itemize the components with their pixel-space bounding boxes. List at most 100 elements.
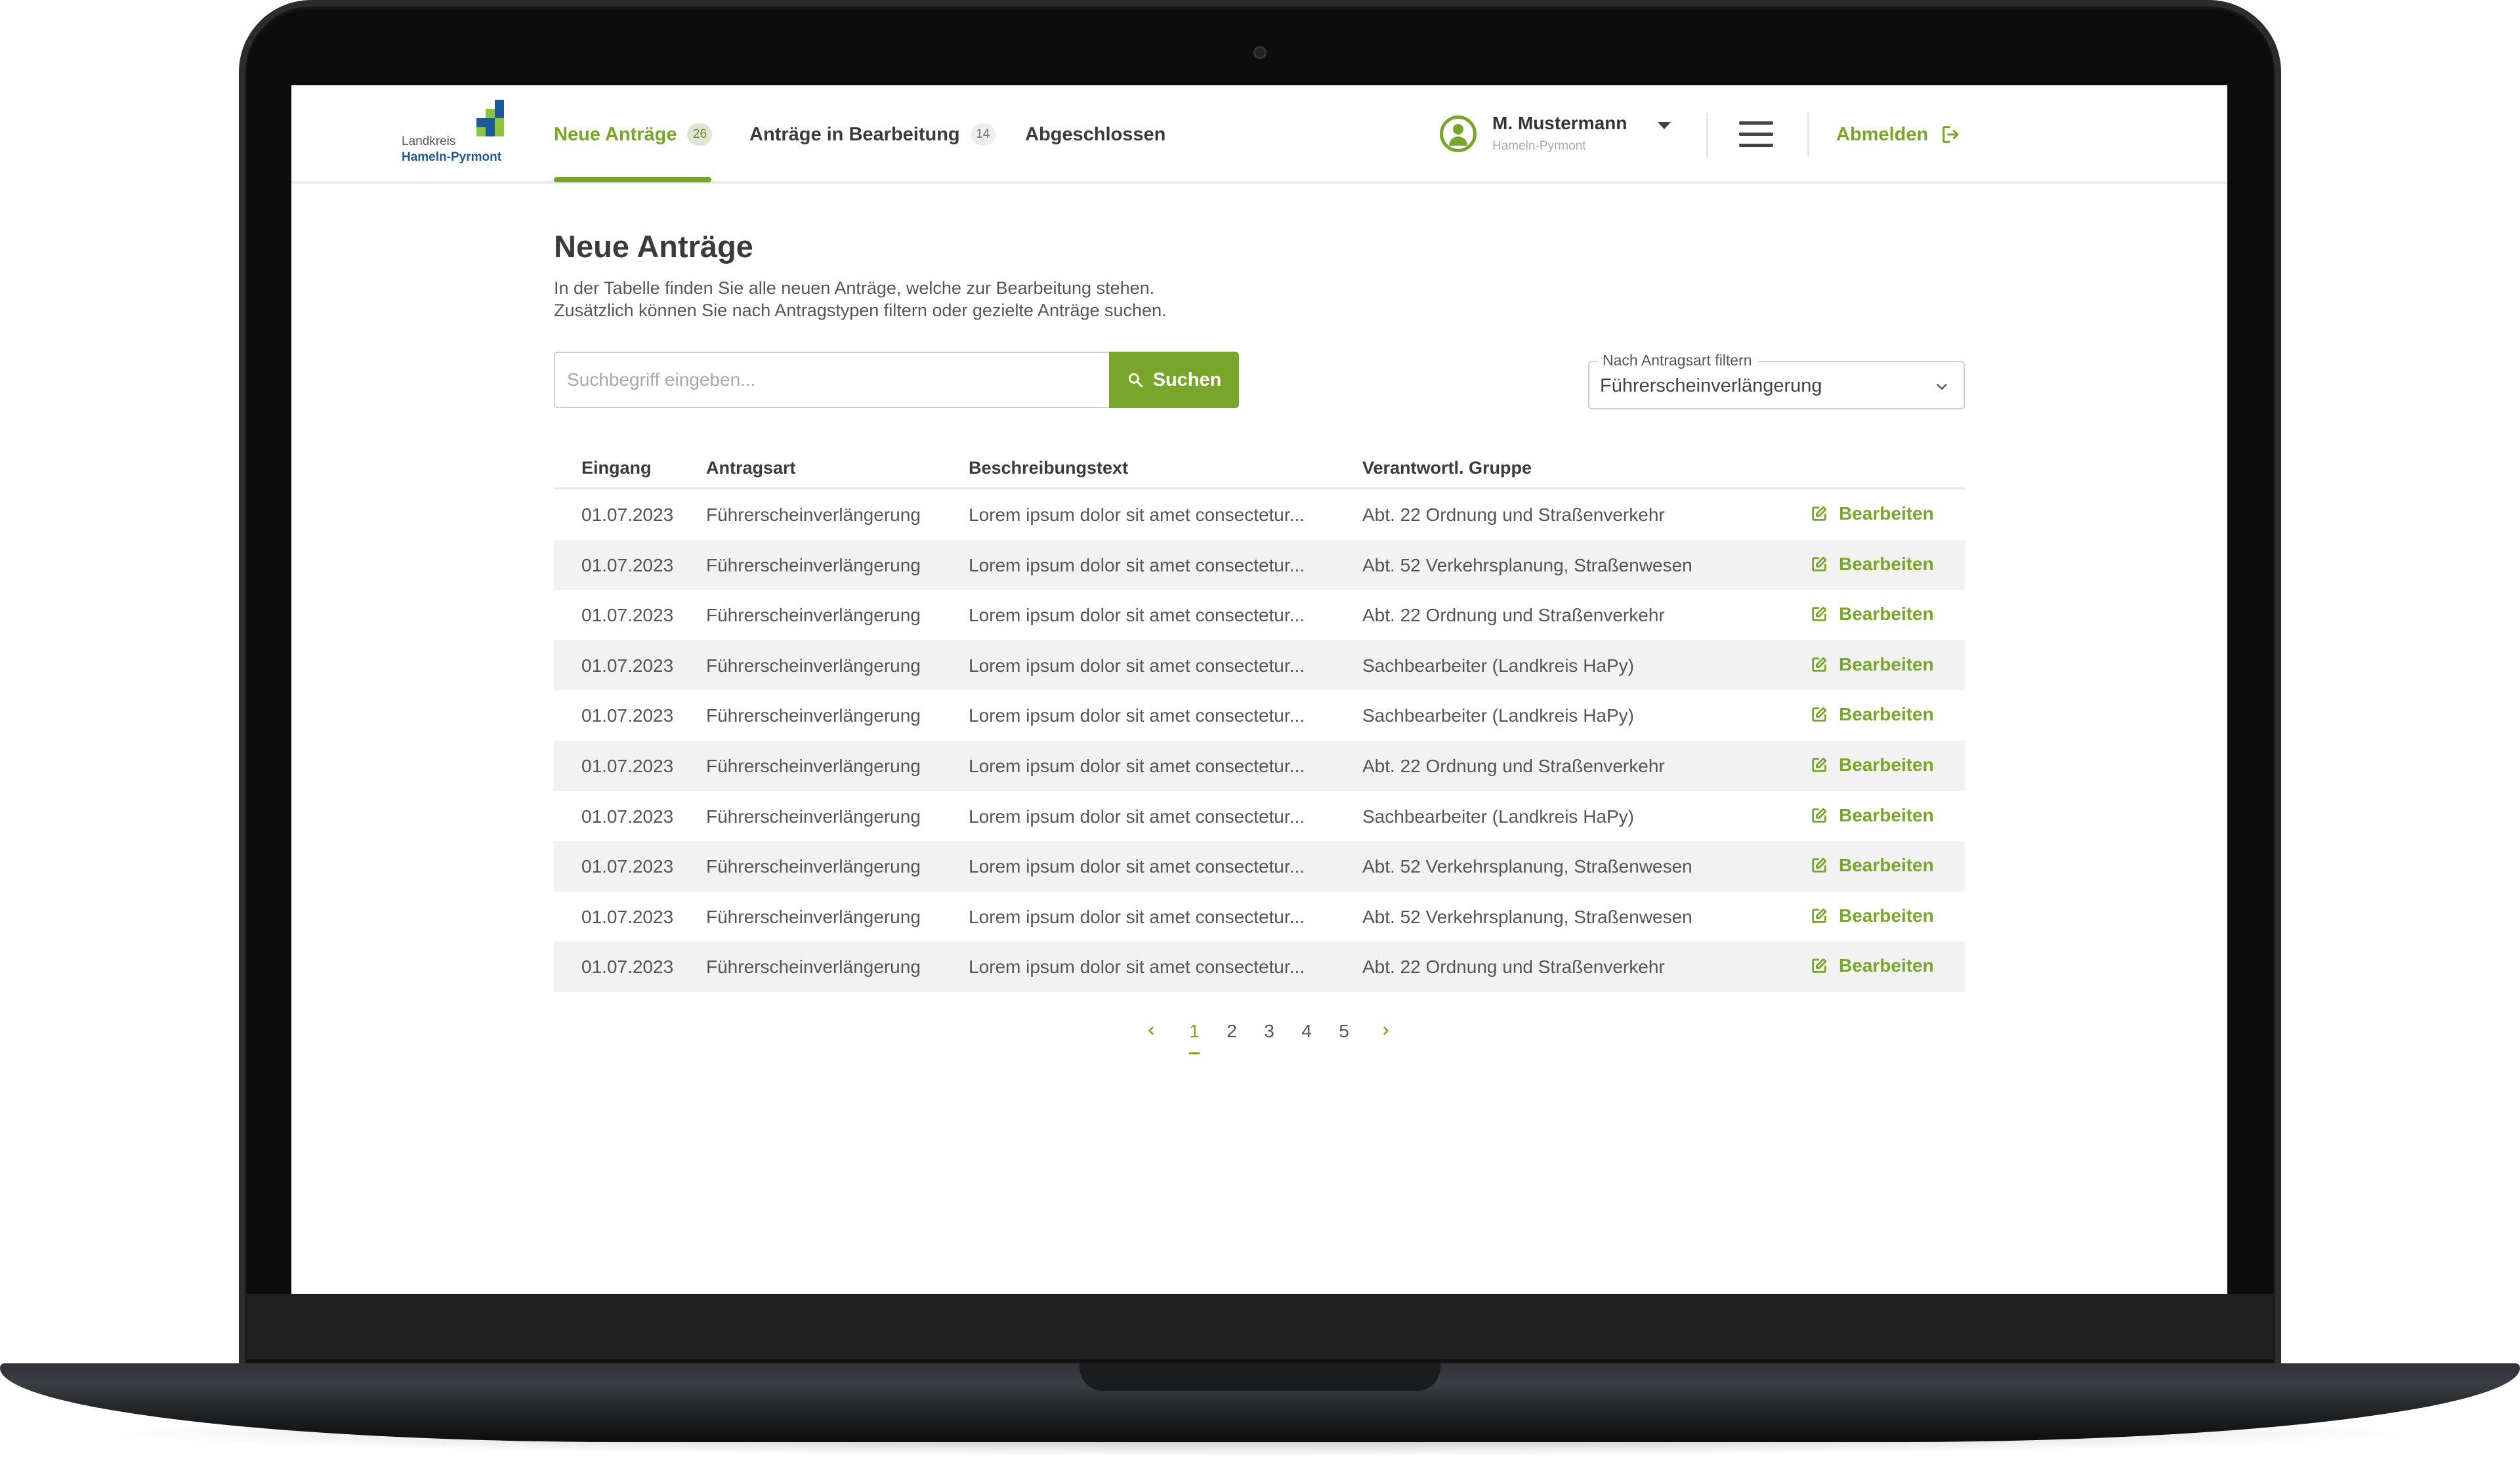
logo-square-icon: [495, 100, 504, 109]
column-header-verantwortl-gruppe[interactable]: Verantwortl. Gruppe: [1362, 458, 1532, 478]
tab-abgeschlossen[interactable]: Abgeschlossen: [1025, 118, 1166, 151]
search-button[interactable]: Suchen: [1109, 352, 1239, 408]
cell-gruppe: Sachbearbeiter (Landkreis HaPy): [1362, 705, 1634, 726]
column-header-beschreibungstext[interactable]: Beschreibungstext: [969, 458, 1128, 478]
bearbeiten-label: Bearbeiten: [1839, 855, 1934, 876]
logout-button[interactable]: Abmelden: [1836, 118, 1962, 151]
page-number[interactable]: 3: [1259, 1021, 1279, 1042]
logo[interactable]: Landkreis Hameln-Pyrmont: [402, 100, 513, 172]
logo-square-icon: [486, 118, 495, 127]
logout-icon: [1942, 126, 1959, 143]
cell-antragsart: Führerscheinverlängerung: [706, 856, 921, 877]
header-divider: [1706, 113, 1708, 157]
cell-eingang: 01.07.2023: [581, 906, 674, 927]
app-screen: Landkreis Hameln-Pyrmont Neue Anträge 26…: [291, 85, 2227, 1294]
page-description-line: Zusätzlich können Sie nach Antragstypen …: [554, 300, 1167, 320]
cell-beschreibung: Lorem ipsum dolor sit amet consectetur..…: [969, 906, 1305, 927]
tab-label: Anträge in Bearbeitung: [749, 123, 960, 145]
cell-gruppe: Abt. 52 Verkehrsplanung, Straßenwesen: [1362, 554, 1692, 575]
logout-label: Abmelden: [1836, 123, 1929, 145]
page-number[interactable]: 4: [1297, 1021, 1316, 1042]
bearbeiten-button[interactable]: Bearbeiten: [1810, 704, 1934, 725]
filter-label: Nach Antragsart filtern: [1597, 352, 1757, 369]
cell-beschreibung: Lorem ipsum dolor sit amet consectetur..…: [969, 705, 1305, 726]
bearbeiten-button[interactable]: Bearbeiten: [1810, 955, 1934, 976]
search-input[interactable]: [554, 352, 1109, 408]
page-number[interactable]: 1: [1185, 1021, 1204, 1054]
header-divider: [1807, 113, 1809, 157]
table-row: 01.07.2023 Führerscheinverlängerung Lorem …: [554, 489, 1965, 540]
cell-eingang: 01.07.2023: [581, 806, 674, 827]
cell-eingang: 01.07.2023: [581, 957, 674, 978]
bearbeiten-button[interactable]: Bearbeiten: [1810, 805, 1934, 826]
antragsart-filter-select[interactable]: Nach Antragsart filtern Führerscheinverl…: [1588, 352, 1965, 409]
bearbeiten-button[interactable]: Bearbeiten: [1810, 754, 1934, 775]
user-circle-icon: [1440, 115, 1477, 152]
bearbeiten-button[interactable]: Bearbeiten: [1810, 905, 1934, 926]
table-row: 01.07.2023 Führerscheinverlängerung Lorem …: [554, 791, 1965, 842]
cell-beschreibung: Lorem ipsum dolor sit amet consectetur..…: [969, 605, 1305, 626]
page-number[interactable]: 5: [1334, 1021, 1354, 1042]
page-number[interactable]: 2: [1222, 1021, 1242, 1042]
filter-value: Führerscheinverlängerung: [1600, 375, 1822, 396]
chevron-right-icon[interactable]: [1379, 1024, 1393, 1037]
bearbeiten-button[interactable]: Bearbeiten: [1810, 554, 1934, 575]
laptop-notch: [1080, 1363, 1440, 1391]
cell-beschreibung: Lorem ipsum dolor sit amet consectetur..…: [969, 554, 1305, 575]
bearbeiten-label: Bearbeiten: [1839, 604, 1934, 625]
edit-icon: [1812, 606, 1827, 621]
cell-eingang: 01.07.2023: [581, 755, 674, 776]
cell-antragsart: Führerscheinverlängerung: [706, 906, 921, 927]
page-description-line: In der Tabelle finden Sie alle neuen Ant…: [554, 278, 1155, 298]
column-header-antragsart[interactable]: Antragsart: [706, 458, 796, 478]
active-tab-indicator: [554, 177, 711, 182]
cell-gruppe: Abt. 22 Ordnung und Straßenverkehr: [1362, 755, 1665, 776]
column-header-eingang[interactable]: Eingang: [581, 458, 652, 478]
cell-eingang: 01.07.2023: [581, 655, 674, 676]
cell-beschreibung: Lorem ipsum dolor sit amet consectetur..…: [969, 505, 1305, 525]
bearbeiten-label: Bearbeiten: [1839, 754, 1934, 775]
tab-badge: 26: [687, 123, 713, 146]
search-icon: [1128, 373, 1143, 388]
logo-square-icon: [495, 118, 504, 127]
edit-icon: [1812, 908, 1827, 923]
logo-square-icon: [476, 118, 486, 127]
table-row: 01.07.2023 Führerscheinverlängerung Lorem …: [554, 590, 1965, 640]
bearbeiten-label: Bearbeiten: [1839, 955, 1934, 976]
hamburger-menu-icon[interactable]: [1739, 121, 1773, 148]
cell-beschreibung: Lorem ipsum dolor sit amet consectetur..…: [969, 655, 1305, 676]
cell-antragsart: Führerscheinverlängerung: [706, 957, 921, 978]
cell-gruppe: Sachbearbeiter (Landkreis HaPy): [1362, 806, 1634, 827]
user-menu[interactable]: M. Mustermann Hameln-Pyrmont: [1440, 113, 1689, 159]
tab-antraege-in-bearbeitung[interactable]: Anträge in Bearbeitung 14: [749, 118, 996, 151]
search-button-label: Suchen: [1152, 369, 1222, 390]
user-name: M. Mustermann: [1492, 113, 1628, 133]
page-description: In der Tabelle finden Sie alle neuen Ant…: [554, 277, 1167, 321]
bearbeiten-button[interactable]: Bearbeiten: [1810, 604, 1934, 625]
cell-eingang: 01.07.2023: [581, 705, 674, 726]
page-number-label: 2: [1227, 1021, 1237, 1041]
bearbeiten-button[interactable]: Bearbeiten: [1810, 855, 1934, 876]
cell-antragsart: Führerscheinverlängerung: [706, 705, 921, 726]
cell-antragsart: Führerscheinverlängerung: [706, 806, 921, 827]
cell-eingang: 01.07.2023: [581, 505, 674, 525]
edit-icon: [1812, 707, 1827, 722]
app-header: Landkreis Hameln-Pyrmont Neue Anträge 26…: [291, 85, 2227, 184]
edit-icon: [1812, 857, 1827, 873]
table-row: 01.07.2023 Führerscheinverlängerung Lorem …: [554, 941, 1965, 992]
table-row: 01.07.2023 Führerscheinverlängerung Lorem …: [554, 539, 1965, 590]
antraege-table: Eingang Antragsart Beschreibungstext Ver…: [554, 449, 1965, 992]
bearbeiten-label: Bearbeiten: [1839, 653, 1934, 674]
chevron-left-icon[interactable]: [1144, 1024, 1158, 1037]
page-number-label: 5: [1339, 1021, 1349, 1041]
tab-neue-antraege[interactable]: Neue Anträge 26: [554, 118, 713, 151]
logo-text: Landkreis Hameln-Pyrmont: [402, 134, 501, 165]
bearbeiten-button[interactable]: Bearbeiten: [1810, 503, 1934, 524]
bearbeiten-button[interactable]: Bearbeiten: [1810, 654, 1934, 675]
edit-icon: [1812, 757, 1827, 772]
pagination: 1 2 3 4 5: [1144, 1016, 1433, 1055]
caret-down-icon[interactable]: [1658, 122, 1671, 129]
current-page-indicator: [1189, 1052, 1200, 1054]
page-number-label: 1: [1189, 1021, 1200, 1041]
table-body: 01.07.2023 Führerscheinverlängerung Lorem …: [554, 489, 1965, 992]
